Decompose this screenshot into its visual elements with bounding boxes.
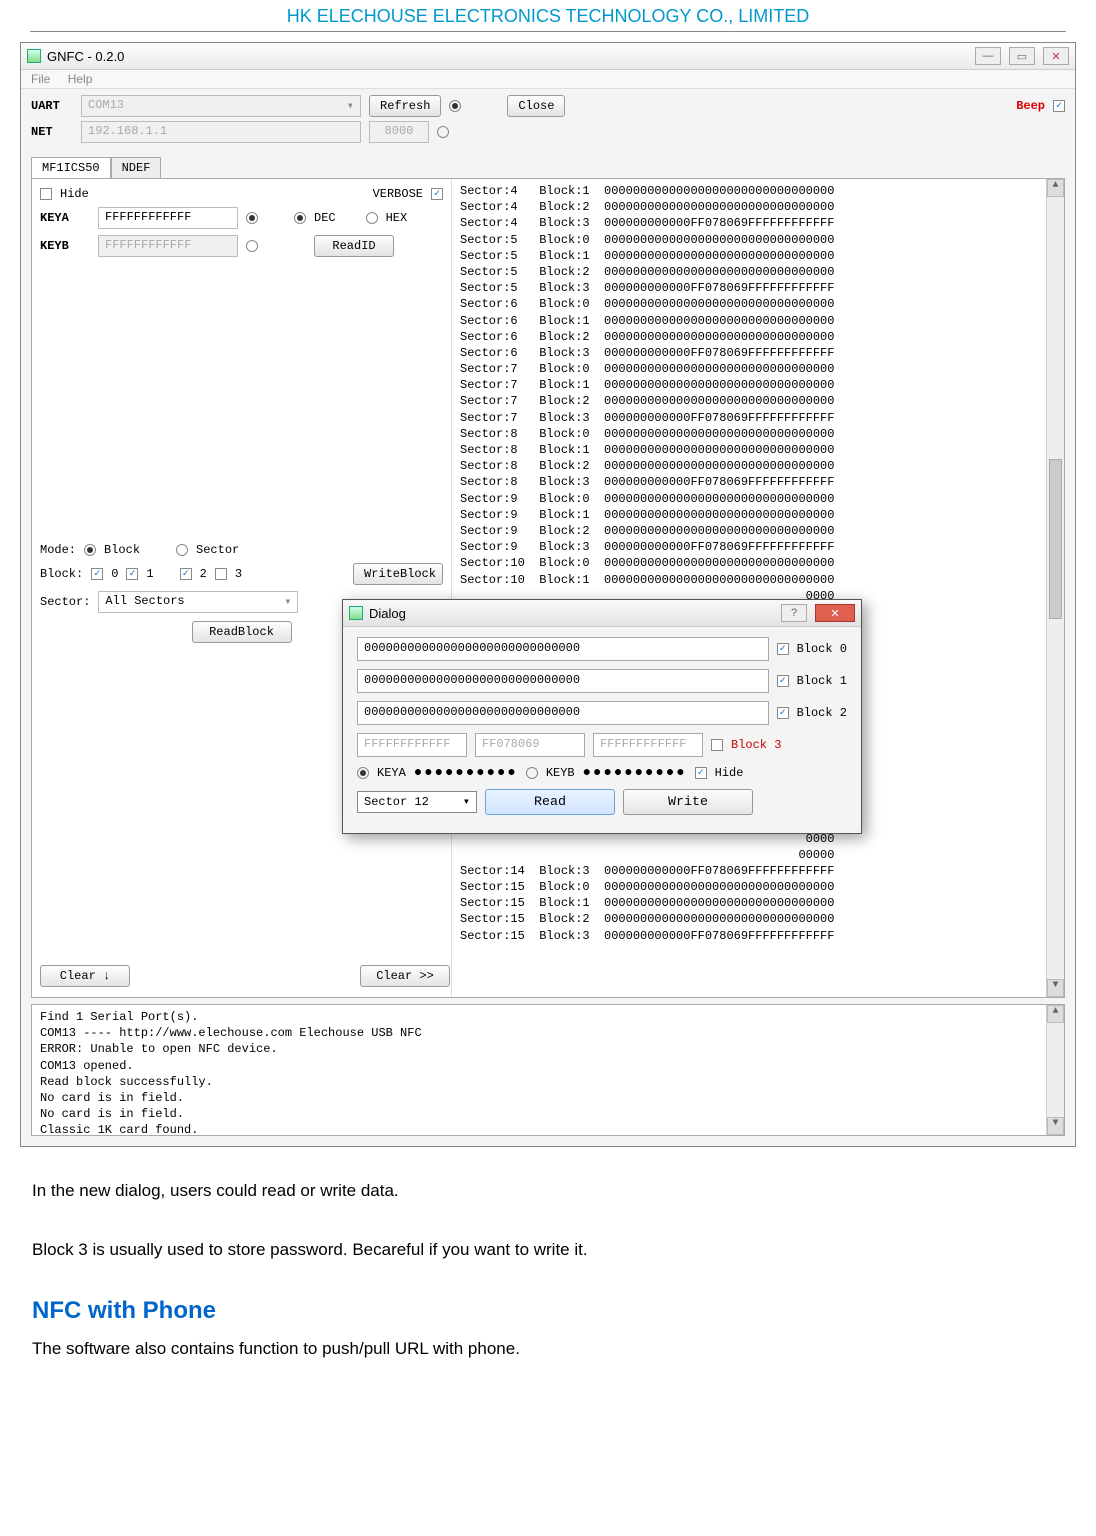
block1-chk[interactable] bbox=[777, 675, 789, 687]
clear-right-button[interactable]: Clear >> bbox=[360, 965, 450, 987]
keya-label: KEYA bbox=[40, 211, 90, 225]
block2-field[interactable]: 000000000000000000000000000000 bbox=[357, 701, 769, 725]
page-header: HK ELECHOUSE ELECTRONICS TECHNOLOGY CO.,… bbox=[30, 0, 1066, 32]
sector-label: Sector: bbox=[40, 595, 90, 609]
doc-heading: NFC with Phone bbox=[32, 1297, 1064, 1325]
dialog-hide-chk[interactable] bbox=[695, 767, 707, 779]
mode-block-label: Block bbox=[104, 543, 140, 557]
hex-radio[interactable] bbox=[366, 212, 378, 224]
uart-label: UART bbox=[31, 99, 73, 113]
menubar: File Help bbox=[21, 70, 1075, 89]
clear-down-button[interactable]: Clear ↓ bbox=[40, 965, 130, 987]
close-window-button[interactable]: ✕ bbox=[1043, 47, 1069, 65]
keyb-label: KEYB bbox=[40, 239, 90, 253]
net-port-input[interactable]: 8000 bbox=[369, 121, 429, 143]
refresh-button[interactable]: Refresh bbox=[369, 95, 441, 117]
tab-mf1ics50[interactable]: MF1ICS50 bbox=[31, 157, 111, 178]
keya-radio[interactable] bbox=[246, 212, 258, 224]
dec-label: DEC bbox=[314, 211, 336, 225]
dialog-title: Dialog bbox=[369, 606, 406, 621]
window-title: GNFC - 0.2.0 bbox=[47, 49, 124, 64]
keyb-radio[interactable] bbox=[246, 240, 258, 252]
close-button[interactable]: Close bbox=[507, 95, 565, 117]
block0-field[interactable]: 000000000000000000000000000000 bbox=[357, 637, 769, 661]
dialog-icon bbox=[349, 606, 363, 620]
scrollbar[interactable]: ▲ ▼ bbox=[1046, 179, 1064, 997]
block2-checkbox[interactable] bbox=[180, 568, 192, 580]
net-ip-input[interactable]: 192.168.1.1 bbox=[81, 121, 361, 143]
keyb-input[interactable]: FFFFFFFFFFFF bbox=[98, 235, 238, 257]
block3-chk[interactable] bbox=[711, 739, 723, 751]
scroll-down-icon[interactable]: ▼ bbox=[1047, 979, 1064, 997]
dialog-write-button[interactable]: Write bbox=[623, 789, 753, 815]
console-text: Find 1 Serial Port(s). COM13 ---- http:/… bbox=[32, 1005, 1064, 1135]
mode-label: Mode: bbox=[40, 543, 76, 557]
keyb-password: ●●●●●●●●●● bbox=[583, 765, 687, 781]
dialog-close-button[interactable]: ✕ bbox=[815, 604, 855, 622]
dialog-keya-radio[interactable] bbox=[357, 767, 369, 779]
doc-p1: In the new dialog, users could read or w… bbox=[32, 1177, 1064, 1206]
doc-p3: The software also contains function to p… bbox=[32, 1335, 1064, 1364]
keya-input[interactable]: FFFFFFFFFFFF bbox=[98, 207, 238, 229]
uart-combo[interactable]: COM13 bbox=[81, 95, 361, 117]
block0-checkbox[interactable] bbox=[91, 568, 103, 580]
dialog-window: Dialog ? ✕ 00000000000000000000000000000… bbox=[342, 599, 862, 834]
hex-label: HEX bbox=[386, 211, 408, 225]
console-area: Find 1 Serial Port(s). COM13 ---- http:/… bbox=[31, 1004, 1065, 1136]
block-label: Block: bbox=[40, 567, 83, 581]
titlebar: GNFC - 0.2.0 — ▭ ✕ bbox=[21, 43, 1075, 70]
block3-checkbox[interactable] bbox=[215, 568, 227, 580]
block1-field[interactable]: 000000000000000000000000000000 bbox=[357, 669, 769, 693]
uart-radio[interactable] bbox=[449, 100, 461, 112]
app-window: GNFC - 0.2.0 — ▭ ✕ File Help UART COM13 … bbox=[20, 42, 1076, 1147]
verbose-checkbox[interactable] bbox=[431, 188, 443, 200]
console-scroll-up-icon[interactable]: ▲ bbox=[1047, 1005, 1064, 1023]
scroll-thumb[interactable] bbox=[1049, 459, 1062, 619]
readblock-button[interactable]: ReadBlock bbox=[192, 621, 292, 643]
dialog-help-button[interactable]: ? bbox=[781, 604, 807, 622]
keya-password: ●●●●●●●●●● bbox=[414, 765, 518, 781]
mode-sector-label: Sector bbox=[196, 543, 239, 557]
hide-label: Hide bbox=[60, 187, 89, 201]
left-pane: Hide VERBOSE KEYA FFFFFFFFFFFF DEC HEX K… bbox=[32, 179, 452, 997]
block3-c[interactable]: FFFFFFFFFFFF bbox=[593, 733, 703, 757]
dump-pane: Sector:4 Block:1 00000000000000000000000… bbox=[452, 179, 1064, 997]
console-scroll-down-icon[interactable]: ▼ bbox=[1047, 1117, 1064, 1135]
mode-sector-radio[interactable] bbox=[176, 544, 188, 556]
net-label: NET bbox=[31, 125, 73, 139]
tab-ndef[interactable]: NDEF bbox=[111, 157, 162, 178]
block0-chk[interactable] bbox=[777, 643, 789, 655]
beep-label: Beep bbox=[1016, 99, 1045, 113]
writeblock-button[interactable]: WriteBlock bbox=[353, 563, 443, 585]
doc-p2: Block 3 is usually used to store passwor… bbox=[32, 1236, 1064, 1265]
dec-radio[interactable] bbox=[294, 212, 306, 224]
dump-text: Sector:4 Block:1 00000000000000000000000… bbox=[452, 179, 1064, 997]
net-radio[interactable] bbox=[437, 126, 449, 138]
mode-block-radio[interactable] bbox=[84, 544, 96, 556]
scroll-up-icon[interactable]: ▲ bbox=[1047, 179, 1064, 197]
block3-a[interactable]: FFFFFFFFFFFF bbox=[357, 733, 467, 757]
menu-help[interactable]: Help bbox=[68, 72, 93, 86]
verbose-label: VERBOSE bbox=[373, 187, 423, 201]
dialog-keyb-radio[interactable] bbox=[526, 767, 538, 779]
minimize-button[interactable]: — bbox=[975, 47, 1001, 65]
hide-checkbox[interactable] bbox=[40, 188, 52, 200]
console-scrollbar[interactable]: ▲ ▼ bbox=[1046, 1005, 1064, 1135]
block3-b[interactable]: FF078069 bbox=[475, 733, 585, 757]
menu-file[interactable]: File bbox=[31, 72, 50, 86]
app-icon bbox=[27, 49, 41, 63]
dialog-sector-combo[interactable]: Sector 12 bbox=[357, 791, 477, 813]
sector-combo[interactable]: All Sectors bbox=[98, 591, 298, 613]
dialog-read-button[interactable]: Read bbox=[485, 789, 615, 815]
block1-checkbox[interactable] bbox=[126, 568, 138, 580]
beep-checkbox[interactable] bbox=[1053, 100, 1065, 112]
block2-chk[interactable] bbox=[777, 707, 789, 719]
maximize-button[interactable]: ▭ bbox=[1009, 47, 1035, 65]
readid-button[interactable]: ReadID bbox=[314, 235, 394, 257]
